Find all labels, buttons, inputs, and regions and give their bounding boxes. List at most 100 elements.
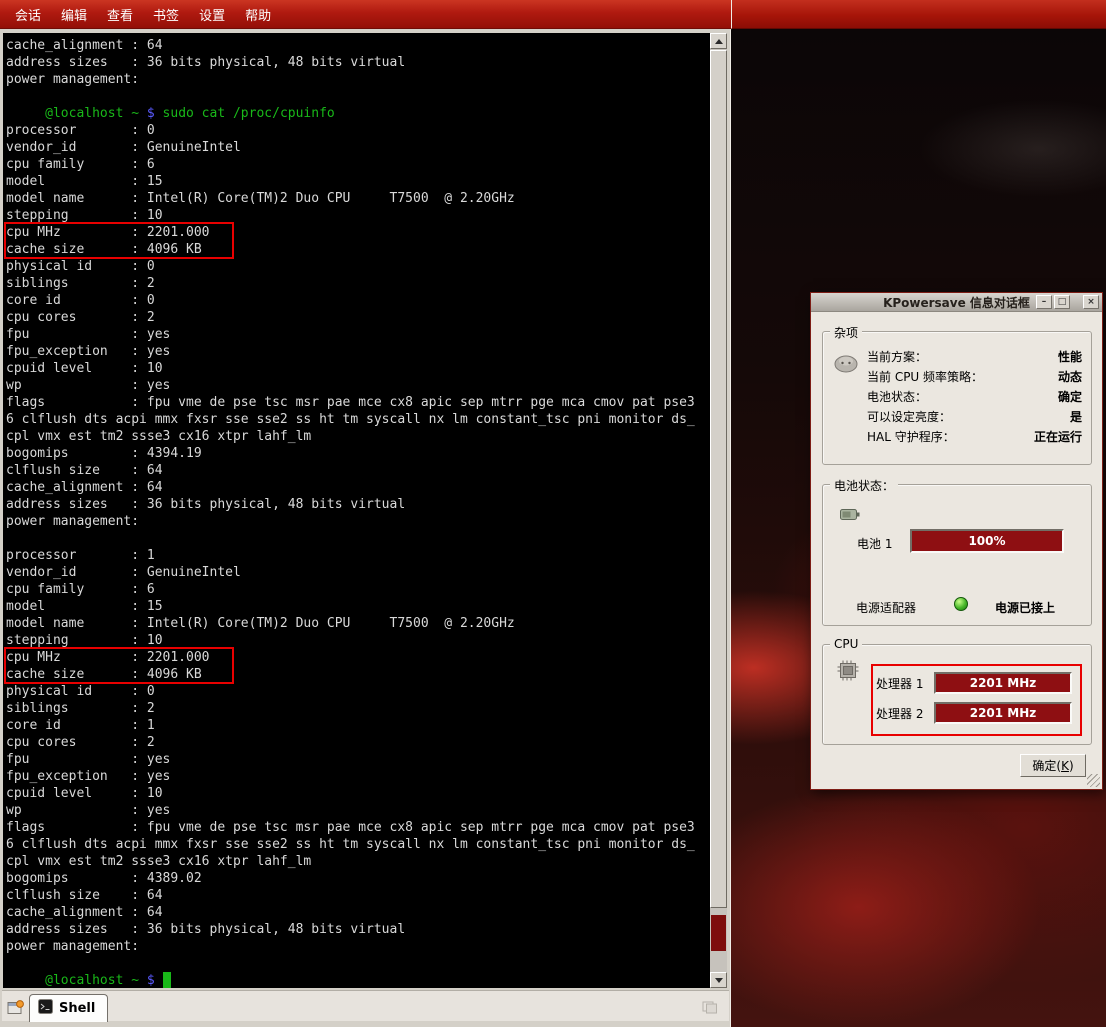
tab-shell[interactable]: Shell: [29, 994, 108, 1022]
terminal-line: physical id : 0: [6, 258, 710, 275]
menu-item-session[interactable]: 会话: [5, 0, 51, 28]
minimize-button[interactable]: –: [1036, 295, 1052, 309]
konsole-window: 会话编辑查看书签设置帮助 cache_alignment : 64address…: [0, 0, 731, 1027]
terminal-line: siblings : 2: [6, 700, 710, 717]
terminal-line: clflush size : 64: [6, 462, 710, 479]
dialog-titlebar[interactable]: KPowersave 信息对话框 – □ ×: [811, 293, 1102, 312]
maximize-button[interactable]: □: [1054, 295, 1070, 309]
arrow-up-icon: [715, 39, 723, 44]
terminal-line: model name : Intel(R) Core(TM)2 Duo CPU …: [6, 190, 710, 207]
terminal-line: cpu family : 6: [6, 156, 710, 173]
terminal-line: model : 15: [6, 598, 710, 615]
adapter-label: 电源适配器: [856, 599, 916, 616]
menu-item-edit[interactable]: 编辑: [51, 0, 97, 28]
battery-level-bar: 100%: [910, 529, 1064, 553]
ok-label: 确定(: [1032, 759, 1061, 773]
ok-accel-key: K: [1061, 759, 1069, 773]
terminal-line: @localhost ~ $ sudo cat /proc/cpuinfo: [6, 105, 710, 122]
arrow-down-icon: [715, 978, 723, 983]
battery-group-legend: 电池状态：: [830, 477, 898, 494]
menu-item-help[interactable]: 帮助: [235, 0, 281, 28]
terminal-line: fpu : yes: [6, 326, 710, 343]
ok-button[interactable]: 确定(K): [1020, 754, 1086, 777]
battery-label: 电池 1: [857, 535, 892, 552]
terminal-icon: [38, 999, 53, 1018]
scroll-up-button[interactable]: [710, 33, 727, 49]
terminal-line: cache_alignment : 64: [6, 904, 710, 921]
info-label: HAL 守护程序：: [867, 428, 955, 445]
terminal-line: core id : 1: [6, 717, 710, 734]
battery-group: 电池状态： 电池 1 100% 电源适配器 电源已接上: [822, 484, 1092, 626]
scroll-down-button[interactable]: [710, 972, 727, 988]
info-label: 当前 CPU 频率策略：: [867, 368, 983, 385]
annotation-box: [4, 222, 234, 259]
terminal-line: @localhost ~ $: [6, 972, 710, 988]
terminal-line: wp : yes: [6, 377, 710, 394]
menu-bar: 会话编辑查看书签设置帮助: [0, 0, 731, 29]
terminal-line: [6, 530, 710, 547]
misc-group-legend: 杂项: [830, 324, 862, 341]
kpowersave-icon: [833, 350, 859, 378]
window-controls: – □ ×: [1036, 295, 1099, 309]
cpu-group: CPU 处理器 12201 MHz处理器 22201 MHz: [822, 644, 1092, 745]
terminal-line: cpu cores : 2: [6, 309, 710, 326]
background-window-strip: [731, 0, 1106, 29]
terminal-line: fpu_exception : yes: [6, 768, 710, 785]
terminal-line: model name : Intel(R) Core(TM)2 Duo CPU …: [6, 615, 710, 632]
terminal-line: processor : 1: [6, 547, 710, 564]
resize-grip[interactable]: [1087, 774, 1100, 787]
session-list-button[interactable]: [698, 995, 721, 1018]
terminal-line: wp : yes: [6, 802, 710, 819]
screen: 会话编辑查看书签设置帮助 cache_alignment : 64address…: [0, 0, 1106, 1027]
terminal-line: [6, 955, 710, 972]
kpowersave-dialog: KPowersave 信息对话框 – □ × 杂项 当前方案：性能当前 CPU …: [810, 292, 1103, 790]
info-value: 动态: [1058, 368, 1082, 385]
terminal-scrollbar[interactable]: [710, 33, 727, 988]
terminal-line: vendor_id : GenuineIntel: [6, 139, 710, 156]
terminal-line: cache_alignment : 64: [6, 479, 710, 496]
terminal-line: cpl vmx est tm2 ssse3 cx16 xtpr lahf_lm: [6, 428, 710, 445]
terminal-line: cpu cores : 2: [6, 734, 710, 751]
terminal-line: cpuid level : 10: [6, 360, 710, 377]
info-value: 确定: [1058, 388, 1082, 405]
info-row: 当前方案： 性能: [867, 346, 1082, 366]
terminal-line: clflush size : 64: [6, 887, 710, 904]
info-label: 当前方案：: [867, 348, 927, 365]
info-value: 性能: [1058, 348, 1082, 365]
terminal-line: bogomips : 4389.02: [6, 870, 710, 887]
terminal-cursor: [163, 972, 171, 988]
session-tab-bar: Shell: [2, 990, 729, 1021]
menu-item-bookmarks[interactable]: 书签: [143, 0, 189, 28]
terminal-line: address sizes : 36 bits physical, 48 bit…: [6, 496, 710, 513]
info-row: HAL 守护程序：正在运行: [867, 426, 1082, 446]
terminal-viewport[interactable]: cache_alignment : 64address sizes : 36 b…: [3, 33, 710, 988]
dialog-title: KPowersave 信息对话框: [883, 294, 1030, 311]
scrollbar-thumb[interactable]: [710, 50, 727, 908]
menu-item-settings[interactable]: 设置: [189, 0, 235, 28]
terminal-line: model : 15: [6, 173, 710, 190]
terminal-line: cpu family : 6: [6, 581, 710, 598]
terminal-line: cache_alignment : 64: [6, 37, 710, 54]
terminal-line: flags : fpu vme de pse tsc msr pae mce c…: [6, 819, 710, 836]
close-button[interactable]: ×: [1083, 295, 1099, 309]
terminal-line: fpu_exception : yes: [6, 343, 710, 360]
info-row: 当前 CPU 频率策略： 动态: [867, 366, 1082, 386]
terminal-line: 6 clflush dts acpi mmx fxsr sse sse2 ss …: [6, 836, 710, 853]
terminal-line: siblings : 2: [6, 275, 710, 292]
terminal-line: vendor_id : GenuineIntel: [6, 564, 710, 581]
adapter-led-icon: [954, 597, 968, 611]
terminal-line: cpuid level : 10: [6, 785, 710, 802]
annotation-box-cpu: [871, 664, 1082, 736]
info-row: 可以设定亮度：是: [867, 406, 1082, 426]
ok-label-suffix: ): [1069, 759, 1074, 773]
scrollbar-track[interactable]: [710, 49, 727, 972]
menu-item-view[interactable]: 查看: [97, 0, 143, 28]
terminal-lines: cache_alignment : 64address sizes : 36 b…: [6, 37, 710, 988]
terminal-line: physical id : 0: [6, 683, 710, 700]
terminal-line: core id : 0: [6, 292, 710, 309]
info-row: 电池状态：确定: [867, 386, 1082, 406]
terminal-line: address sizes : 36 bits physical, 48 bit…: [6, 54, 710, 71]
terminal-line: fpu : yes: [6, 751, 710, 768]
terminal-line: address sizes : 36 bits physical, 48 bit…: [6, 921, 710, 938]
new-session-button[interactable]: [4, 995, 27, 1018]
